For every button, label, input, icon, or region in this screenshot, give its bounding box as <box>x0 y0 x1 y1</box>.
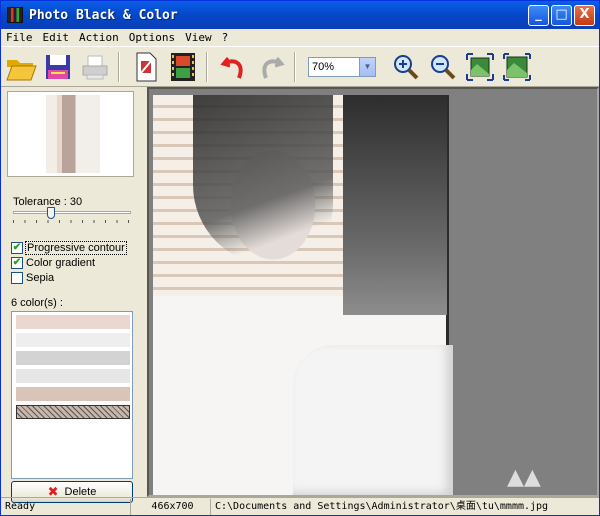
fit-window-icon[interactable] <box>463 50 497 84</box>
color-swatch[interactable] <box>16 315 130 329</box>
checkbox-progressive-contour[interactable]: ✔ <box>11 242 23 254</box>
photo-shirt-region <box>293 345 453 495</box>
checkbox-color-gradient[interactable]: ✔ <box>11 257 23 269</box>
toolbar-separator <box>206 51 208 82</box>
status-file-path: C:\Documents and Settings\Administrator\… <box>215 500 549 512</box>
tolerance-slider-track[interactable] <box>13 211 131 214</box>
color-gradient-checkbox[interactable]: ✔ Color gradient <box>11 257 95 269</box>
menu-bar: File Edit Action Options View ? <box>1 29 599 47</box>
chevron-down-icon[interactable]: ▼ <box>359 57 375 76</box>
photo-hair-region-right <box>343 95 447 315</box>
redo-icon[interactable] <box>254 50 288 84</box>
zoom-value: 70% <box>312 60 335 73</box>
menu-edit[interactable]: Edit <box>38 31 75 44</box>
toolbar: 70% ▼ <box>1 47 599 87</box>
watermark-icon: ▲▲ <box>507 465 541 490</box>
menu-options[interactable]: Options <box>124 31 180 44</box>
colors-count-label: 6 color(s) : <box>11 297 63 309</box>
save-icon[interactable] <box>41 50 75 84</box>
minimize-button[interactable]: _ <box>528 5 549 26</box>
photo-hair-region <box>193 95 333 265</box>
left-panel: Tolerance : 30 ✔ Progressive contour ✔ C… <box>7 89 141 503</box>
zoom-out-icon[interactable] <box>426 50 460 84</box>
tolerance-slider-thumb[interactable] <box>47 207 55 219</box>
color-swatch[interactable] <box>16 351 130 365</box>
open-folder-icon[interactable] <box>4 50 38 84</box>
actual-size-icon[interactable] <box>500 50 534 84</box>
thumbnail-preview <box>7 91 134 177</box>
progressive-contour-label: Progressive contour <box>25 241 127 255</box>
progressive-contour-checkbox[interactable]: ✔ Progressive contour <box>11 241 127 255</box>
toolbar-separator <box>294 51 296 82</box>
close-button[interactable]: X <box>574 5 595 26</box>
sepia-checkbox[interactable]: Sepia <box>11 272 54 284</box>
status-dimensions: 466x700 <box>131 498 211 515</box>
title-bar[interactable]: Photo Black & Color _ □ X <box>1 1 599 29</box>
color-gradient-label: Color gradient <box>26 257 96 269</box>
app-icon <box>7 7 23 23</box>
app-window: Photo Black & Color _ □ X File Edit Acti… <box>0 0 600 516</box>
menu-action[interactable]: Action <box>74 31 124 44</box>
maximize-button[interactable]: □ <box>551 5 572 26</box>
zoom-select[interactable]: 70% ▼ <box>308 56 376 77</box>
window-title: Photo Black & Color <box>29 7 178 23</box>
status-state: Ready <box>1 498 131 515</box>
menu-view[interactable]: View <box>180 31 217 44</box>
color-list[interactable] <box>11 311 133 479</box>
status-bar: Ready 466x700 C:\Documents and Settings\… <box>1 497 599 515</box>
toolbar-separator <box>118 51 120 82</box>
color-swatch-selected[interactable] <box>16 405 130 419</box>
zoom-in-icon[interactable] <box>389 50 423 84</box>
page-icon[interactable] <box>129 50 163 84</box>
color-swatch[interactable] <box>16 333 130 347</box>
color-swatch[interactable] <box>16 387 130 401</box>
tolerance-slider-ticks <box>13 220 133 223</box>
color-swatch[interactable] <box>16 369 130 383</box>
photo-preview <box>153 95 453 495</box>
checkbox-sepia[interactable] <box>11 272 23 284</box>
thumbnail-image <box>46 95 100 173</box>
print-icon[interactable] <box>78 50 112 84</box>
undo-icon[interactable] <box>217 50 251 84</box>
sepia-label: Sepia <box>26 272 55 284</box>
menu-file[interactable]: File <box>1 31 38 44</box>
menu-help[interactable]: ? <box>217 31 234 44</box>
film-icon[interactable] <box>166 50 200 84</box>
image-canvas[interactable]: ▲▲ <box>147 87 599 497</box>
